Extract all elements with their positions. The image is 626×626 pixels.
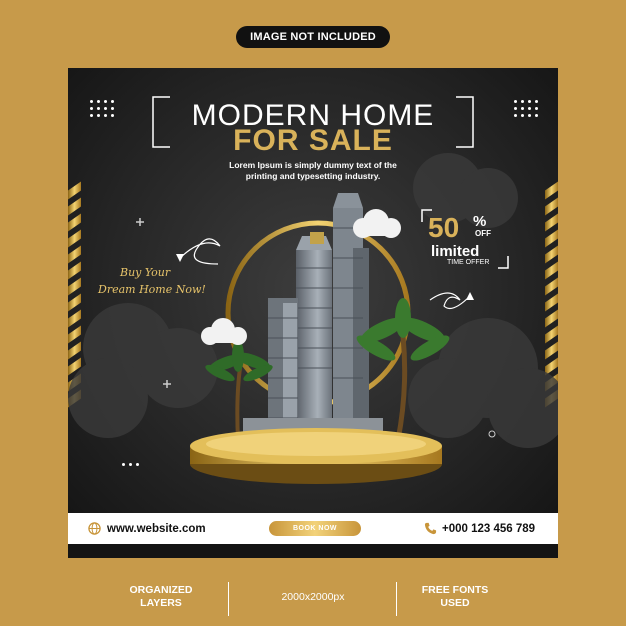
footer-bar: www.website.com BOOK NOW +000 123 456 78…	[68, 513, 558, 544]
feature-3-line-2: USED	[440, 597, 470, 609]
subtitle-line-1: Lorem Ipsum is simply dummy text of the	[229, 160, 397, 170]
offer-time-label: TIME OFFER	[447, 259, 490, 266]
offer-badge: 50 % OFF limited TIME OFFER	[420, 208, 510, 270]
feature-organized-layers: ORGANIZED LAYERS	[106, 584, 216, 610]
feature-divider	[228, 582, 229, 616]
website-text: www.website.com	[107, 522, 206, 535]
offer-off-label: OFF	[475, 229, 491, 238]
feature-1-line-2: LAYERS	[140, 597, 182, 609]
script-line-2: Dream Home Now!	[98, 283, 206, 296]
phone-text: +000 123 456 789	[442, 522, 536, 535]
feature-divider	[396, 582, 397, 616]
feature-3-line-1: FREE FONTS	[421, 584, 489, 596]
feature-free-fonts: FREE FONTS USED	[400, 584, 510, 610]
phone-link[interactable]: +000 123 456 789	[424, 522, 535, 535]
promo-card: MODERN HOME FOR SALE Lorem Ipsum is simp…	[68, 68, 558, 558]
arrow-swirl-icon	[429, 292, 471, 309]
offer-limited-label: limited	[431, 243, 480, 260]
subtitle: Lorem Ipsum is simply dummy text of the …	[68, 160, 558, 182]
gold-podium	[190, 428, 442, 484]
bottom-strip	[68, 544, 558, 558]
phone-icon	[424, 522, 437, 535]
title-line-2: FOR SALE	[233, 124, 393, 157]
script-line-1: Buy Your	[120, 266, 171, 279]
offer-percent-sign: %	[473, 213, 487, 230]
dot-decoration	[488, 430, 496, 438]
book-now-button[interactable]: BOOK NOW	[269, 521, 361, 536]
website-link[interactable]: www.website.com	[88, 522, 206, 535]
offer-percent: 50	[428, 212, 460, 243]
arrow-head-icon	[176, 254, 184, 262]
globe-icon	[88, 522, 101, 535]
image-not-included-badge: IMAGE NOT INCLUDED	[236, 26, 390, 48]
subtitle-line-2: printing and typesetting industry.	[245, 171, 381, 181]
script-tagline: Buy Your Dream Home Now!	[98, 264, 206, 298]
arrow-swirl-icon	[179, 238, 221, 265]
feature-resolution: 2000x2000px	[281, 591, 345, 603]
feature-1-line-1: ORGANIZED	[129, 584, 193, 596]
